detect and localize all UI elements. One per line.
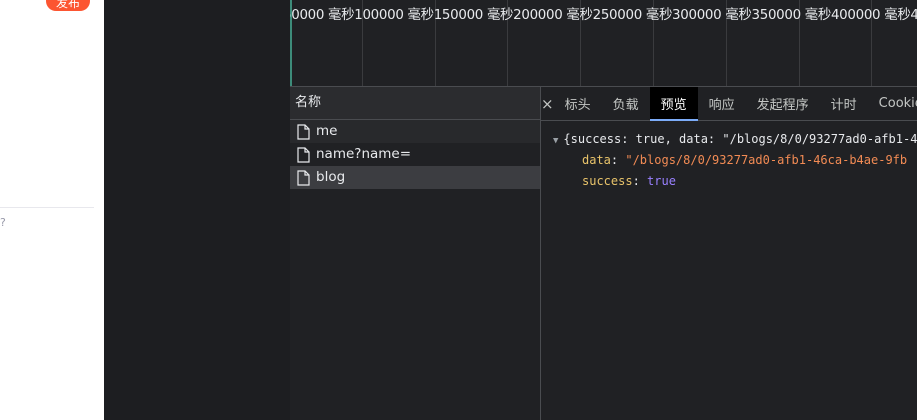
json-string-value: "/blogs/8/0/93277ad0-afb1-46ca-b4ae-9fb [625, 153, 908, 167]
name-column-header[interactable]: 名称 [290, 87, 540, 120]
request-list: 名称 me name?name= blog [290, 87, 541, 420]
details-tabbar: × 标头 负载 预览 响应 发起程序 计时 Cookie [541, 87, 917, 121]
tab-response[interactable]: 响应 [698, 87, 746, 120]
tab-headers[interactable]: 标头 [554, 87, 602, 120]
devtools-overview-strip [104, 0, 291, 420]
request-row-blog[interactable]: blog [290, 166, 540, 189]
json-key: data [582, 153, 611, 167]
request-details: × 标头 负载 预览 响应 发起程序 计时 Cookie ▼ {success: … [541, 87, 917, 420]
tab-cookies[interactable]: Cookie [868, 87, 917, 120]
file-icon [297, 146, 310, 163]
json-summary: {success: true, data: "/blogs/8/0/93277a… [563, 132, 917, 146]
question-mark: ? [0, 216, 6, 229]
timeline-tick-labels: 50000 毫秒100000 毫秒150000 毫秒200000 毫秒25000… [290, 8, 917, 23]
json-colon: : [632, 174, 648, 188]
request-row-me[interactable]: me [290, 120, 540, 143]
request-name: me [316, 123, 338, 139]
request-row-name[interactable]: name?name= [290, 143, 540, 166]
json-field-success: success: true [541, 171, 917, 192]
publish-button[interactable]: 发布 [46, 0, 90, 11]
json-colon: : [610, 153, 626, 167]
tab-initiator[interactable]: 发起程序 [746, 87, 820, 120]
json-key: success [582, 174, 633, 188]
divider [0, 207, 94, 208]
file-icon [297, 123, 310, 140]
editor-page: 发布 ? [0, 0, 104, 420]
json-preview: ▼ {success: true, data: "/blogs/8/0/93277… [541, 121, 917, 192]
request-name: blog [316, 169, 346, 185]
request-name: name?name= [316, 146, 412, 162]
json-bool-value: true [647, 174, 676, 188]
expand-triangle-icon[interactable]: ▼ [553, 136, 558, 146]
json-summary-row[interactable]: ▼ {success: true, data: "/blogs/8/0/93277… [541, 129, 917, 150]
tab-preview[interactable]: 预览 [649, 87, 698, 121]
file-icon [297, 169, 310, 186]
close-icon[interactable]: × [541, 87, 554, 120]
network-timeline[interactable]: 50000 毫秒100000 毫秒150000 毫秒200000 毫秒25000… [290, 0, 917, 87]
tab-payload[interactable]: 负载 [602, 87, 650, 120]
json-field-data: data: "/blogs/8/0/93277ad0-afb1-46ca-b4a… [541, 150, 917, 171]
tab-timing[interactable]: 计时 [820, 87, 868, 120]
